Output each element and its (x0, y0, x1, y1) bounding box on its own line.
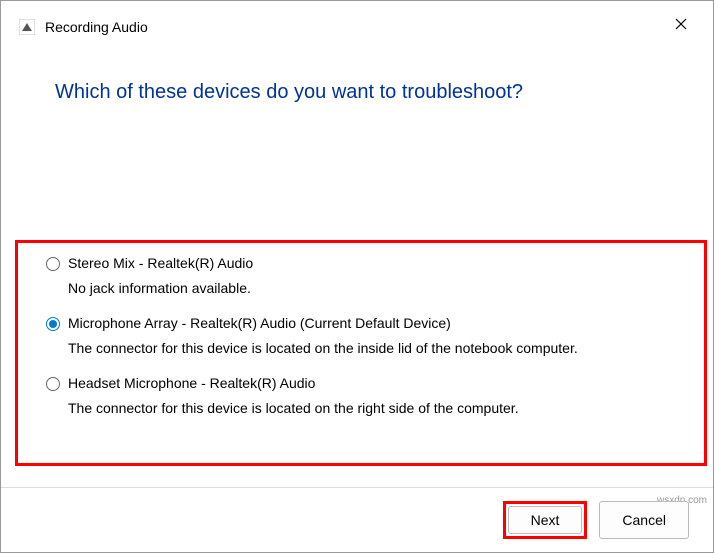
radio-microphone-array[interactable] (46, 317, 60, 331)
cancel-button[interactable]: Cancel (599, 501, 689, 539)
dialog-title: Recording Audio (45, 19, 148, 35)
dialog-header: Recording Audio (1, 1, 713, 35)
option-description: No jack information available. (68, 280, 680, 296)
device-options-group: Stereo Mix - Realtek(R) Audio No jack in… (15, 240, 707, 466)
option-description: The connector for this device is located… (68, 340, 680, 356)
close-button[interactable] (667, 13, 695, 39)
option-label: Microphone Array - Realtek(R) Audio (Cur… (68, 315, 451, 331)
option-headset-microphone[interactable]: Headset Microphone - Realtek(R) Audio (46, 375, 680, 391)
close-icon (675, 18, 687, 30)
dialog-footer: Next Cancel (1, 487, 713, 552)
option-microphone-array[interactable]: Microphone Array - Realtek(R) Audio (Cur… (46, 315, 680, 331)
radio-stereo-mix[interactable] (46, 257, 60, 271)
recording-audio-icon (19, 19, 35, 35)
option-stereo-mix[interactable]: Stereo Mix - Realtek(R) Audio (46, 255, 680, 271)
main-heading: Which of these devices do you want to tr… (1, 35, 713, 104)
option-label: Headset Microphone - Realtek(R) Audio (68, 375, 315, 391)
next-highlight-box: Next (503, 501, 588, 539)
option-label: Stereo Mix - Realtek(R) Audio (68, 255, 253, 271)
radio-headset-microphone[interactable] (46, 377, 60, 391)
option-description: The connector for this device is located… (68, 400, 680, 416)
next-button[interactable]: Next (508, 506, 583, 534)
